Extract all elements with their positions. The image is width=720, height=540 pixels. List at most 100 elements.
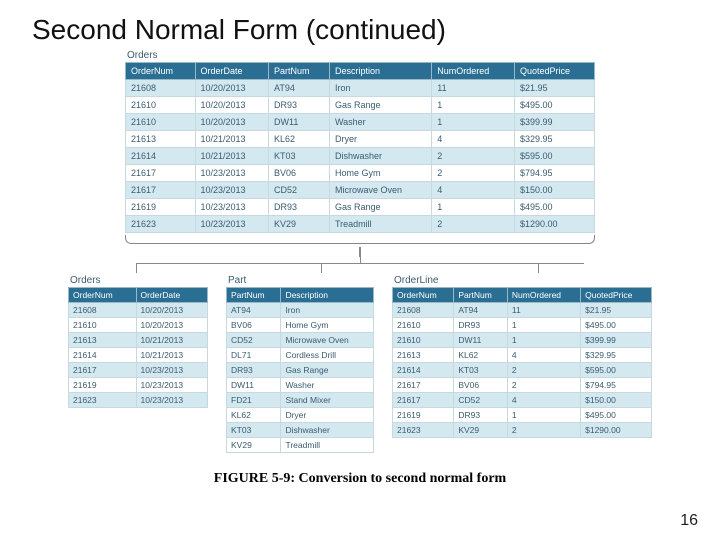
orderline-header: QuotedPrice [581,288,652,303]
table-cell: KV29 [454,423,508,438]
table-row: FD21Stand Mixer [227,393,374,408]
table-cell: 21610 [393,333,454,348]
table-cell: 21619 [393,408,454,423]
top-header: PartNum [269,63,330,80]
top-table-label: Orders [127,50,595,61]
table-cell: DR93 [269,97,330,114]
table-cell: $495.00 [514,97,594,114]
table-cell: 2 [507,363,580,378]
table-cell: $595.00 [514,148,594,165]
table-cell: $1290.00 [514,216,594,233]
table-row: 2160810/20/2013 [69,303,208,318]
table-cell: DL71 [227,348,281,363]
table-cell: 10/21/2013 [136,348,207,363]
table-cell: KT03 [227,423,281,438]
orders-label: Orders [70,275,208,286]
table-cell: Gas Range [281,363,374,378]
table-row: KL62Dryer [227,408,374,423]
table-cell: 10/20/2013 [136,318,207,333]
table-cell: DW11 [227,378,281,393]
table-row: KT03Dishwasher [227,423,374,438]
bottom-row: Orders OrderNumOrderDate 2160810/20/2013… [0,275,720,453]
table-cell: $329.95 [514,131,594,148]
table-cell: DW11 [454,333,508,348]
table-row: 21623KV292$1290.00 [393,423,652,438]
table-cell: DR93 [454,318,508,333]
table-cell: Home Gym [281,318,374,333]
table-cell: 1 [507,333,580,348]
table-row: DR93Gas Range [227,363,374,378]
table-cell: 21610 [126,114,196,131]
bracket-top [125,233,595,247]
table-cell: 21617 [393,378,454,393]
table-cell: 21608 [393,303,454,318]
table-cell: BV06 [269,165,330,182]
table-cell: Dryer [329,131,431,148]
table-cell: 10/21/2013 [136,333,207,348]
table-cell: 10/23/2013 [195,165,268,182]
table-cell: Gas Range [329,97,431,114]
table-cell: 21614 [69,348,137,363]
table-cell: 21613 [393,348,454,363]
top-header: OrderNum [126,63,196,80]
table-cell: $1290.00 [581,423,652,438]
orderline-header: PartNum [454,288,508,303]
table-cell: Treadmill [329,216,431,233]
table-cell: $399.99 [581,333,652,348]
table-row: KV29Treadmill [227,438,374,453]
table-cell: 1 [432,114,515,131]
table-cell: Iron [329,80,431,97]
table-cell: 4 [507,393,580,408]
table-cell: 21617 [393,393,454,408]
table-cell: 21623 [393,423,454,438]
table-cell: 10/20/2013 [195,80,268,97]
table-row: 21610DW111$399.99 [393,333,652,348]
table-cell: Dishwasher [329,148,431,165]
table-cell: AT94 [269,80,330,97]
table-cell: 10/23/2013 [136,393,207,408]
table-row: 2162310/23/2013KV29Treadmill2$1290.00 [126,216,595,233]
table-row: AT94Iron [227,303,374,318]
table-cell: 21610 [126,97,196,114]
part-label: Part [228,275,374,286]
orders-panel: Orders OrderNumOrderDate 2160810/20/2013… [68,275,208,453]
table-row: 21619DR931$495.00 [393,408,652,423]
top-header: NumOrdered [432,63,515,80]
table-cell: KT03 [454,363,508,378]
top-table-panel: Orders OrderNumOrderDatePartNumDescripti… [125,50,595,233]
table-row: 2160810/20/2013AT94Iron11$21.95 [126,80,595,97]
table-row: 2161310/21/2013KL62Dryer4$329.95 [126,131,595,148]
table-cell: CD52 [269,182,330,199]
table-row: 2161910/23/2013DR93Gas Range1$495.00 [126,199,595,216]
table-cell: $794.95 [514,165,594,182]
table-row: 21608AT9411$21.95 [393,303,652,318]
table-cell: 1 [432,97,515,114]
table-cell: 21610 [69,318,137,333]
top-header: QuotedPrice [514,63,594,80]
table-cell: 1 [432,199,515,216]
table-cell: AT94 [227,303,281,318]
table-cell: Dryer [281,408,374,423]
table-row: BV06Home Gym [227,318,374,333]
table-cell: KV29 [227,438,281,453]
table-cell: Treadmill [281,438,374,453]
table-cell: 21608 [126,80,196,97]
table-cell: 10/23/2013 [195,199,268,216]
table-cell: Washer [329,114,431,131]
table-cell: $150.00 [581,393,652,408]
top-header: Description [329,63,431,80]
table-cell: 2 [432,165,515,182]
orders-header: OrderNum [69,288,137,303]
table-cell: 21610 [393,318,454,333]
table-cell: Washer [281,378,374,393]
page-number: 16 [680,512,698,530]
table-cell: $329.95 [581,348,652,363]
table-cell: Home Gym [329,165,431,182]
orderline-header: NumOrdered [507,288,580,303]
part-table: PartNumDescription AT94IronBV06Home GymC… [226,287,374,453]
connector [359,247,361,257]
table-cell: KL62 [454,348,508,363]
table-cell: 10/23/2013 [195,182,268,199]
table-cell: 21617 [126,182,196,199]
table-cell: $399.99 [514,114,594,131]
